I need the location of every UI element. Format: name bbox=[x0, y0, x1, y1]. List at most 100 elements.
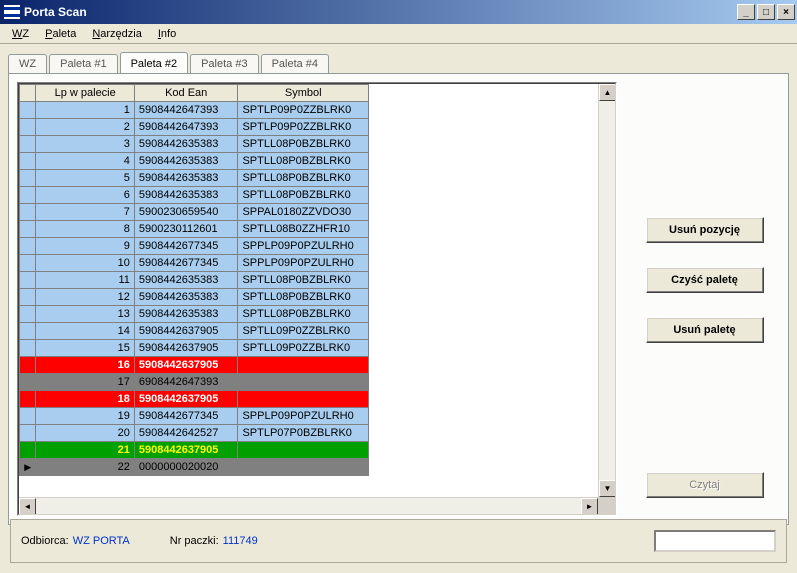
scroll-right-icon[interactable]: ► bbox=[581, 498, 598, 515]
maximize-button[interactable]: □ bbox=[757, 4, 775, 20]
scroll-up-icon[interactable]: ▲ bbox=[599, 84, 616, 101]
minimize-button[interactable]: _ bbox=[737, 4, 755, 20]
cell-ean[interactable]: 5908442637905 bbox=[134, 391, 238, 408]
remove-position-button[interactable]: Usuń pozycję bbox=[646, 217, 764, 243]
cell-ean[interactable]: 5908442635383 bbox=[134, 306, 238, 323]
cell-sym[interactable]: SPTLP09P0ZZBLRK0 bbox=[238, 102, 369, 119]
cell-sym[interactable]: SPTLL08B0ZZHFR10 bbox=[238, 221, 369, 238]
cell-sym[interactable]: SPTLL08P0BZBLRK0 bbox=[238, 187, 369, 204]
cell-sym[interactable] bbox=[238, 459, 369, 476]
cell-lp[interactable]: 5 bbox=[36, 170, 134, 187]
cell-lp[interactable]: 16 bbox=[36, 357, 134, 374]
cell-ean[interactable]: 5908442637905 bbox=[134, 357, 238, 374]
remove-pallet-button[interactable]: Usuń paletę bbox=[646, 317, 764, 343]
cell-sym[interactable]: SPTLL08P0BZBLRK0 bbox=[238, 136, 369, 153]
cell-ean[interactable]: 5908442647393 bbox=[134, 119, 238, 136]
cell-ean[interactable]: 5908442635383 bbox=[134, 289, 238, 306]
table-row[interactable]: 45908442635383SPTLL08P0BZBLRK0 bbox=[20, 153, 369, 170]
cell-ean[interactable]: 5908442637905 bbox=[134, 323, 238, 340]
cell-ean[interactable]: 0000000020020 bbox=[134, 459, 238, 476]
table-row[interactable]: 155908442637905SPTLL09P0ZZBLRK0 bbox=[20, 340, 369, 357]
cell-lp[interactable]: 4 bbox=[36, 153, 134, 170]
col-header-lp[interactable]: Lp w palecie bbox=[36, 85, 134, 102]
cell-lp[interactable]: 12 bbox=[36, 289, 134, 306]
table-row[interactable]: 65908442635383SPTLL08P0BZBLRK0 bbox=[20, 187, 369, 204]
table-row[interactable]: 145908442637905SPTLL09P0ZZBLRK0 bbox=[20, 323, 369, 340]
cell-sym[interactable]: SPPLP09P0PZULRH0 bbox=[238, 238, 369, 255]
table-row[interactable]: 165908442637905 bbox=[20, 357, 369, 374]
menu-wz[interactable]: WZ bbox=[4, 26, 37, 42]
cell-ean[interactable]: 5908442637905 bbox=[134, 442, 238, 459]
cell-sym[interactable] bbox=[238, 357, 369, 374]
tab-paleta-3[interactable]: Paleta #3 bbox=[190, 54, 258, 73]
table-row[interactable]: 185908442637905 bbox=[20, 391, 369, 408]
cell-sym[interactable]: SPTLL08P0BZBLRK0 bbox=[238, 289, 369, 306]
cell-sym[interactable]: SPTLL09P0ZZBLRK0 bbox=[238, 340, 369, 357]
cell-lp[interactable]: 7 bbox=[36, 204, 134, 221]
menu-info[interactable]: Info bbox=[150, 26, 184, 42]
cell-ean[interactable]: 6908442647393 bbox=[134, 374, 238, 391]
col-header-sym[interactable]: Symbol bbox=[238, 85, 369, 102]
cell-sym[interactable]: SPTLP07P0BZBLRK0 bbox=[238, 425, 369, 442]
cell-lp[interactable]: 9 bbox=[36, 238, 134, 255]
cell-sym[interactable]: SPTLP09P0ZZBLRK0 bbox=[238, 119, 369, 136]
cell-lp[interactable]: 22 bbox=[36, 459, 134, 476]
cell-lp[interactable]: 11 bbox=[36, 272, 134, 289]
cell-sym[interactable]: SPTLL08P0BZBLRK0 bbox=[238, 272, 369, 289]
horizontal-scrollbar[interactable]: ◄ ► bbox=[19, 497, 598, 514]
table-row[interactable]: 115908442635383SPTLL08P0BZBLRK0 bbox=[20, 272, 369, 289]
cell-ean[interactable]: 5908442635383 bbox=[134, 153, 238, 170]
cell-ean[interactable]: 5908442642527 bbox=[134, 425, 238, 442]
cell-lp[interactable]: 21 bbox=[36, 442, 134, 459]
table-row[interactable]: 25908442647393SPTLP09P0ZZBLRK0 bbox=[20, 119, 369, 136]
cell-sym[interactable]: SPPAL0180ZZVDO30 bbox=[238, 204, 369, 221]
cell-lp[interactable]: 20 bbox=[36, 425, 134, 442]
cell-sym[interactable]: SPTLL08P0BZBLRK0 bbox=[238, 306, 369, 323]
cell-ean[interactable]: 5908442647393 bbox=[134, 102, 238, 119]
table-row[interactable]: 135908442635383SPTLL08P0BZBLRK0 bbox=[20, 306, 369, 323]
footer-input[interactable] bbox=[654, 530, 776, 552]
close-button[interactable]: × bbox=[777, 4, 795, 20]
table-row[interactable]: 195908442677345SPPLP09P0PZULRH0 bbox=[20, 408, 369, 425]
menu-paleta[interactable]: Paleta bbox=[37, 26, 84, 42]
col-header-ean[interactable]: Kod Ean bbox=[134, 85, 238, 102]
cell-ean[interactable]: 5908442677345 bbox=[134, 238, 238, 255]
cell-lp[interactable]: 10 bbox=[36, 255, 134, 272]
cell-ean[interactable]: 5908442677345 bbox=[134, 408, 238, 425]
table-row[interactable]: 215908442637905 bbox=[20, 442, 369, 459]
menu-narzedzia[interactable]: Narzędzia bbox=[84, 26, 150, 42]
table-row[interactable]: ▶220000000020020 bbox=[20, 459, 369, 476]
cell-sym[interactable] bbox=[238, 391, 369, 408]
cell-ean[interactable]: 5900230112601 bbox=[134, 221, 238, 238]
table-row[interactable]: 75900230659540SPPAL0180ZZVDO30 bbox=[20, 204, 369, 221]
table-row[interactable]: 125908442635383SPTLL08P0BZBLRK0 bbox=[20, 289, 369, 306]
cell-ean[interactable]: 5908442637905 bbox=[134, 340, 238, 357]
table-row[interactable]: 176908442647393 bbox=[20, 374, 369, 391]
cell-sym[interactable]: SPTLL08P0BZBLRK0 bbox=[238, 170, 369, 187]
cell-ean[interactable]: 5908442677345 bbox=[134, 255, 238, 272]
cell-sym[interactable]: SPTLL08P0BZBLRK0 bbox=[238, 153, 369, 170]
scroll-left-icon[interactable]: ◄ bbox=[19, 498, 36, 515]
table-row[interactable]: 85900230112601SPTLL08B0ZZHFR10 bbox=[20, 221, 369, 238]
cell-lp[interactable]: 13 bbox=[36, 306, 134, 323]
cell-lp[interactable]: 15 bbox=[36, 340, 134, 357]
cell-lp[interactable]: 1 bbox=[36, 102, 134, 119]
cell-lp[interactable]: 19 bbox=[36, 408, 134, 425]
cell-lp[interactable]: 14 bbox=[36, 323, 134, 340]
cell-ean[interactable]: 5908442635383 bbox=[134, 136, 238, 153]
tab-paleta-2[interactable]: Paleta #2 bbox=[120, 52, 188, 74]
cell-lp[interactable]: 17 bbox=[36, 374, 134, 391]
cell-lp[interactable]: 6 bbox=[36, 187, 134, 204]
table-row[interactable]: 205908442642527SPTLP07P0BZBLRK0 bbox=[20, 425, 369, 442]
table-row[interactable]: 15908442647393SPTLP09P0ZZBLRK0 bbox=[20, 102, 369, 119]
cell-lp[interactable]: 3 bbox=[36, 136, 134, 153]
cell-sym[interactable] bbox=[238, 374, 369, 391]
data-grid[interactable]: Lp w palecie Kod Ean Symbol 159084426473… bbox=[17, 82, 617, 516]
vertical-scrollbar[interactable]: ▲ ▼ bbox=[598, 84, 615, 497]
table-row[interactable]: 105908442677345SPPLP09P0PZULRH0 bbox=[20, 255, 369, 272]
read-button[interactable]: Czytaj bbox=[646, 472, 764, 498]
tab-paleta-4[interactable]: Paleta #4 bbox=[261, 54, 329, 73]
cell-sym[interactable]: SPPLP09P0PZULRH0 bbox=[238, 255, 369, 272]
cell-sym[interactable] bbox=[238, 442, 369, 459]
tab-paleta-1[interactable]: Paleta #1 bbox=[49, 54, 117, 73]
